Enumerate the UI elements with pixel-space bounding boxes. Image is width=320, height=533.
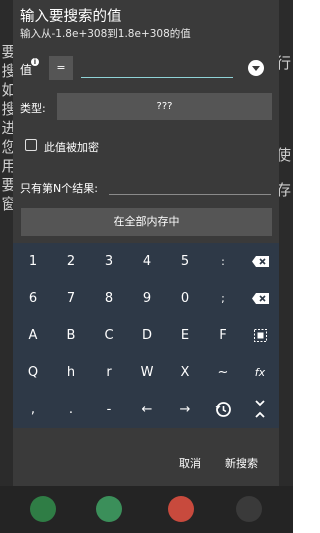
home-dock <box>0 486 293 533</box>
browser-icon[interactable] <box>168 496 194 522</box>
collapse-keyboard-icon[interactable] <box>241 391 279 428</box>
key-6[interactable]: 6 <box>14 280 52 317</box>
key-semicolon[interactable]: ; <box>204 280 242 317</box>
encrypted-checkbox[interactable] <box>25 139 37 151</box>
key-d[interactable]: D <box>128 317 166 354</box>
key-colon[interactable]: : <box>204 243 242 280</box>
phone-icon[interactable] <box>30 496 56 522</box>
key-3[interactable]: 3 <box>90 243 128 280</box>
collapse-glyph <box>255 400 265 418</box>
key-c[interactable]: C <box>90 317 128 354</box>
backspace-glyph <box>252 256 269 267</box>
dialog-subtitle: 输入从-1.8e+308到1.8e+308的值 <box>20 28 191 40</box>
dialog-actions: 取消 新搜索 <box>13 436 279 486</box>
key-h[interactable]: h <box>52 354 90 391</box>
key-9[interactable]: 9 <box>128 280 166 317</box>
function-key[interactable]: fx <box>241 354 279 391</box>
count-input[interactable] <box>109 180 271 195</box>
key-r[interactable]: r <box>90 354 128 391</box>
new-search-button[interactable]: 新搜索 <box>225 455 258 471</box>
value-input[interactable] <box>81 63 233 78</box>
arrow-left-key[interactable]: ← <box>128 391 166 428</box>
history-glyph <box>215 402 231 417</box>
select-all-icon[interactable] <box>241 317 279 354</box>
key-q[interactable]: Q <box>14 354 52 391</box>
type-label: 类型: <box>20 102 46 115</box>
type-selector[interactable]: ??? <box>57 93 272 120</box>
screen: 要 搜 如 搜 进 您 用 要 窗 行 使 存 输入要搜索的值 输入从-1.8e… <box>0 0 293 533</box>
key-tilde[interactable]: ~ <box>204 354 242 391</box>
messages-icon[interactable] <box>96 496 122 522</box>
key-8[interactable]: 8 <box>90 280 128 317</box>
key-minus[interactable]: - <box>90 391 128 428</box>
numeric-keyboard: 1 2 3 4 5 : 6 7 8 9 0 ; A B C D E F Q h … <box>13 243 279 428</box>
memory-range-button[interactable]: 在全部内存中 <box>21 208 272 236</box>
clear-glyph <box>252 293 269 304</box>
dropdown-icon[interactable] <box>248 60 264 76</box>
key-1[interactable]: 1 <box>14 243 52 280</box>
clear-icon[interactable] <box>241 280 279 317</box>
select-all-glyph <box>254 329 267 342</box>
key-a[interactable]: A <box>14 317 52 354</box>
key-e[interactable]: E <box>166 317 204 354</box>
dialog-title: 输入要搜索的值 <box>20 9 122 25</box>
key-b[interactable]: B <box>52 317 90 354</box>
key-x[interactable]: X <box>166 354 204 391</box>
history-icon[interactable] <box>204 391 242 428</box>
key-w[interactable]: W <box>128 354 166 391</box>
key-5[interactable]: 5 <box>166 243 204 280</box>
cancel-button[interactable]: 取消 <box>179 455 201 471</box>
operator-button[interactable]: = <box>49 56 73 80</box>
key-2[interactable]: 2 <box>52 243 90 280</box>
key-4[interactable]: 4 <box>128 243 166 280</box>
key-f[interactable]: F <box>204 317 242 354</box>
key-7[interactable]: 7 <box>52 280 90 317</box>
key-period[interactable]: . <box>52 391 90 428</box>
arrow-right-key[interactable]: → <box>166 391 204 428</box>
count-label: 只有第N个结果: <box>20 182 98 195</box>
value-label: 值 <box>20 63 33 77</box>
key-comma[interactable]: , <box>14 391 52 428</box>
backspace-icon[interactable] <box>241 243 279 280</box>
search-dialog: 输入要搜索的值 输入从-1.8e+308到1.8e+308的值 值 i = 类型… <box>13 0 279 486</box>
info-icon[interactable]: i <box>31 58 39 66</box>
key-0[interactable]: 0 <box>166 280 204 317</box>
camera-icon[interactable] <box>236 496 262 522</box>
encrypted-label: 此值被加密 <box>44 141 99 154</box>
